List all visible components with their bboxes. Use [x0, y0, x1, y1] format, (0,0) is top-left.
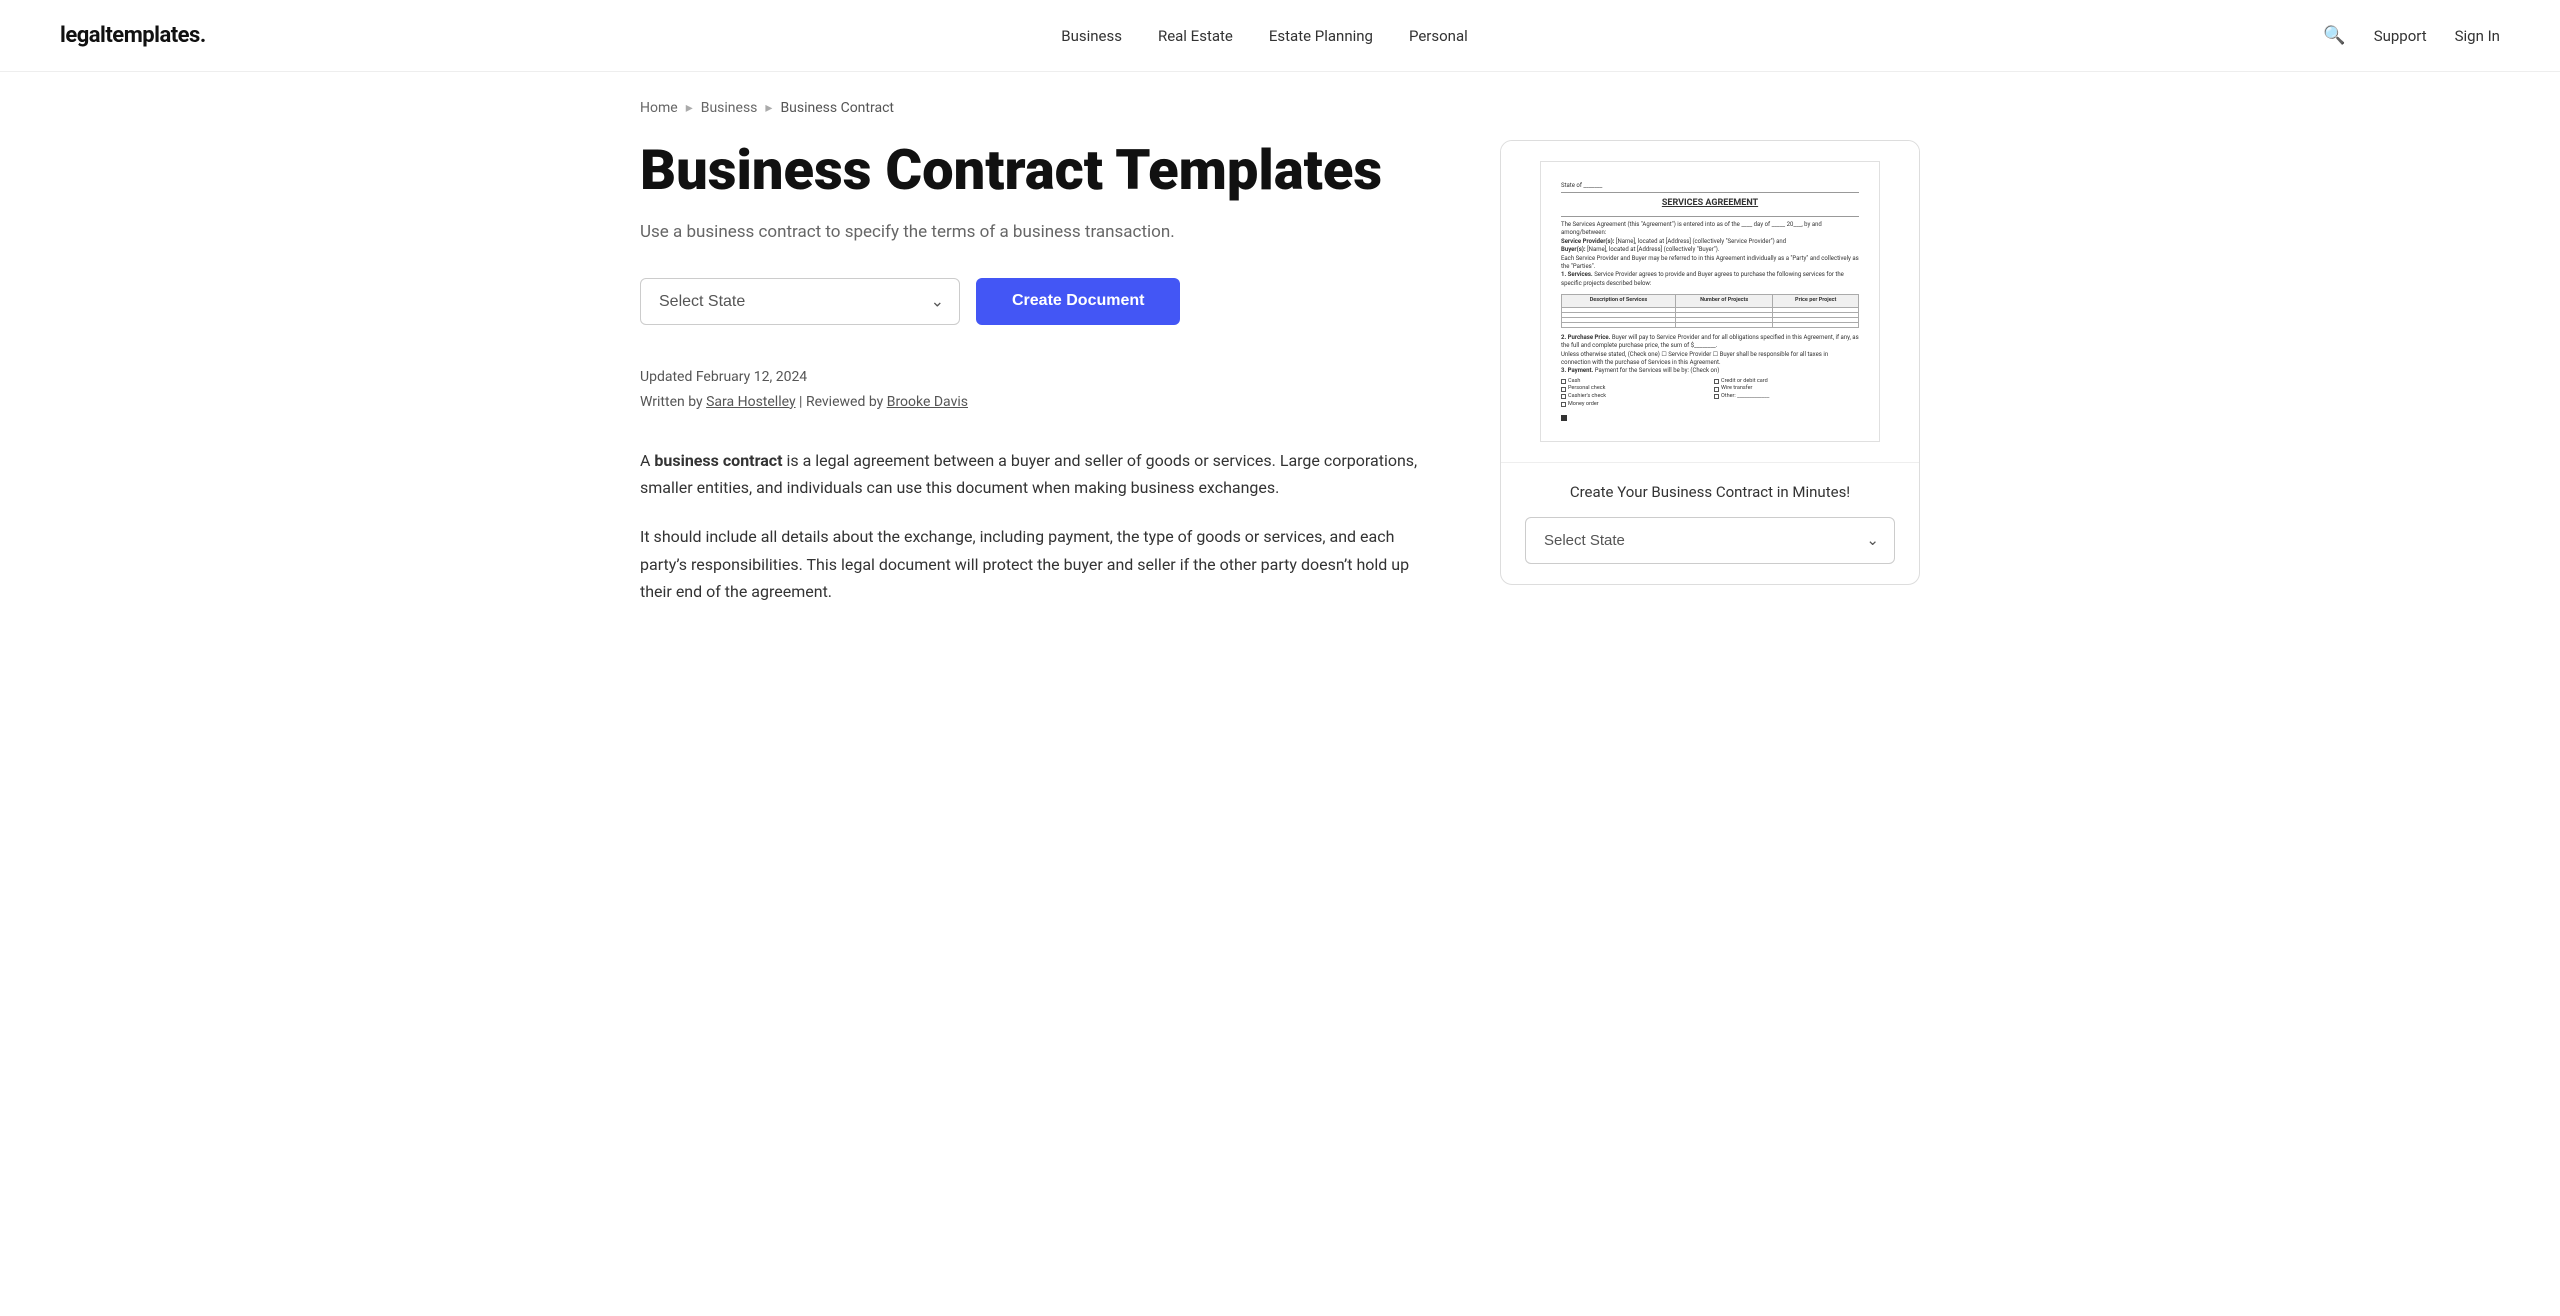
table-row	[1562, 322, 1859, 327]
doc-payment-personal: Personal check	[1561, 385, 1706, 393]
doc-services-table: Description of Services Number of Projec…	[1561, 294, 1859, 328]
nav-estate-planning[interactable]: Estate Planning	[1269, 27, 1373, 45]
doc-payment-options: Cash Personal check Cashier's check	[1561, 378, 1859, 409]
doc-s1-text: Service Provider agrees to provide and B…	[1561, 271, 1844, 286]
nav-business[interactable]: Business	[1061, 27, 1122, 45]
doc-section2-note: Unless otherwise stated, (Check one) ☐ S…	[1561, 351, 1859, 368]
doc-table-header-2: Number of Projects	[1675, 295, 1773, 308]
doc-divider-title	[1561, 216, 1859, 217]
doc-personal-label: Personal check	[1568, 385, 1605, 393]
doc-checkbox-wire	[1714, 387, 1719, 392]
reviewer-link[interactable]: Brooke Davis	[887, 394, 968, 410]
breadcrumb-business[interactable]: Business	[701, 100, 758, 116]
state-select-dropdown[interactable]: Select State Alabama Alaska Arizona Cali…	[640, 278, 960, 325]
doc-checkbox-other	[1714, 394, 1719, 399]
doc-sp-text: [Name], located at [Address] (collective…	[1616, 238, 1786, 245]
doc-payment-cash: Cash	[1561, 378, 1706, 386]
left-column: Business Contract Templates Use a busine…	[640, 140, 1440, 627]
author-link[interactable]: Sara Hostelley	[706, 394, 795, 410]
form-row: Select State Alabama Alaska Arizona Cali…	[640, 278, 1440, 325]
doc-s2-title: 2. Purchase Price.	[1561, 334, 1610, 341]
body-paragraph-2: It should include all details about the …	[640, 523, 1440, 605]
doc-party-note: Each Service Provider and Buyer may be r…	[1561, 255, 1859, 272]
doc-checkbox-cash	[1561, 379, 1566, 384]
doc-money-label: Money order	[1568, 401, 1599, 409]
state-select-wrapper: Select State Alabama Alaska Arizona Cali…	[640, 278, 960, 325]
doc-payment-cashier: Cashier's check	[1561, 393, 1706, 401]
header-right: 🔍 Support Sign In	[2323, 25, 2500, 46]
doc-title: SERVICES AGREEMENT	[1561, 197, 1859, 210]
doc-payment-left: Cash Personal check Cashier's check	[1561, 378, 1706, 409]
page-title: Business Contract Templates	[640, 140, 1440, 202]
card-select-wrapper: Select State Alabama Alaska Arizona Cali…	[1525, 517, 1895, 564]
updated-date: Updated February 12, 2024	[640, 365, 1440, 390]
right-column: State of _______ SERVICES AGREEMENT The …	[1500, 140, 1920, 585]
card-footer: Create Your Business Contract in Minutes…	[1501, 462, 1919, 584]
doc-s1-title: 1. Services.	[1561, 271, 1593, 278]
doc-preview: State of _______ SERVICES AGREEMENT The …	[1501, 141, 1919, 462]
meta-info: Updated February 12, 2024 Written by Sar…	[640, 365, 1440, 415]
doc-section3: 3. Payment. Payment for the Services wil…	[1561, 367, 1859, 375]
body-p1-before: A	[640, 451, 654, 470]
body-p1-bold: business contract	[654, 451, 782, 470]
breadcrumb-sep-1: ▸	[686, 100, 693, 116]
page-subtitle: Use a business contract to specify the t…	[640, 222, 1440, 242]
logo[interactable]: legaltemplates.	[60, 23, 206, 48]
breadcrumb-home[interactable]: Home	[640, 100, 678, 116]
doc-table-header-1: Description of Services	[1562, 295, 1676, 308]
doc-s3-title: 3. Payment.	[1561, 367, 1593, 374]
doc-service-provider-label: Service Provider(s): [Name], located at …	[1561, 238, 1859, 246]
doc-buyer-text: [Name], located at [Address] (collective…	[1587, 246, 1719, 253]
doc-checkbox-card	[1714, 379, 1719, 384]
doc-sp-bold: Service Provider(s):	[1561, 238, 1614, 245]
doc-checkbox-money	[1561, 402, 1566, 407]
doc-buyer-label: Buyer(s): [Name], located at [Address] (…	[1561, 246, 1859, 254]
doc-s3-text: Payment for the Services will be by: (Ch…	[1595, 367, 1720, 374]
doc-other-label: Other: _____________	[1721, 393, 1769, 401]
doc-preview-inner: State of _______ SERVICES AGREEMENT The …	[1540, 161, 1880, 442]
support-link[interactable]: Support	[2374, 27, 2427, 45]
doc-intro: The Services Agreement (this "Agreement"…	[1561, 221, 1859, 238]
nav-personal[interactable]: Personal	[1409, 27, 1468, 45]
doc-buyer-bold: Buyer(s):	[1561, 246, 1586, 253]
signin-link[interactable]: Sign In	[2455, 27, 2500, 45]
doc-payment-wire: Wire transfer	[1714, 385, 1859, 393]
doc-card: State of _______ SERVICES AGREEMENT The …	[1500, 140, 1920, 585]
doc-payment-right: Credit or debit card Wire transfer Other…	[1714, 378, 1859, 409]
doc-cashier-label: Cashier's check	[1568, 393, 1606, 401]
doc-cash-label: Cash	[1568, 378, 1580, 386]
main-nav: Business Real Estate Estate Planning Per…	[1061, 27, 1468, 45]
breadcrumb: Home ▸ Business ▸ Business Contract	[640, 72, 1920, 140]
card-state-select-dropdown[interactable]: Select State Alabama Alaska Arizona Cali…	[1525, 517, 1895, 564]
author-line: Written by Sara Hostelley | Reviewed by …	[640, 390, 1440, 415]
doc-section2: 2. Purchase Price. Buyer will pay to Ser…	[1561, 334, 1859, 351]
nav-real-estate[interactable]: Real Estate	[1158, 27, 1233, 45]
doc-section1: 1. Services. Service Provider agrees to …	[1561, 271, 1859, 288]
doc-payment-money: Money order	[1561, 401, 1706, 409]
doc-small-rect	[1561, 415, 1567, 421]
doc-wire-label: Wire transfer	[1721, 385, 1752, 393]
doc-payment-other: Other: _____________	[1714, 393, 1859, 401]
card-footer-title: Create Your Business Contract in Minutes…	[1525, 483, 1895, 501]
doc-checkbox-personal	[1561, 387, 1566, 392]
doc-divider-top	[1561, 192, 1859, 193]
create-document-button[interactable]: Create Document	[976, 278, 1180, 325]
breadcrumb-current: Business Contract	[780, 100, 894, 116]
site-header: legaltemplates. Business Real Estate Est…	[0, 0, 2560, 72]
search-icon[interactable]: 🔍	[2323, 25, 2345, 46]
breadcrumb-sep-2: ▸	[765, 100, 772, 116]
doc-state-label: State of _______	[1561, 182, 1859, 190]
body-paragraph-1: A business contract is a legal agreement…	[640, 447, 1440, 501]
doc-table-header-3: Price per Project	[1773, 295, 1859, 308]
doc-checkbox-cashier	[1561, 394, 1566, 399]
